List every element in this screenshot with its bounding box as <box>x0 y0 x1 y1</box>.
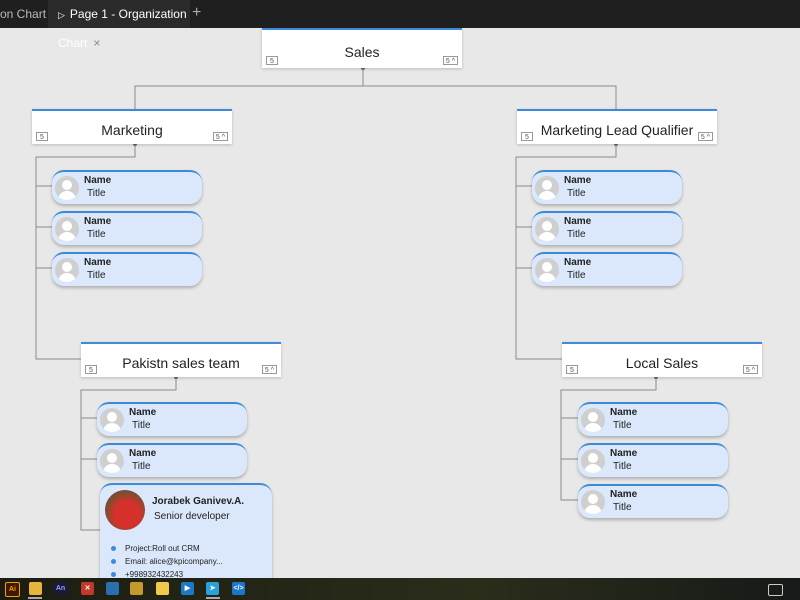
person-name: Name <box>564 216 592 227</box>
tab-page-1[interactable]: ▷ Page 1 - Organization Chart × <box>48 0 190 50</box>
node-title: Marketing Lead Qualifier <box>540 122 694 138</box>
play-icon: ▷ <box>58 10 65 20</box>
bullet-icon <box>111 559 116 564</box>
new-tab-button[interactable]: + <box>192 0 201 28</box>
email-info: Email: alice@kpicompany... <box>125 557 223 566</box>
tab-label: on Chart <box>0 7 47 21</box>
collapse-toggle[interactable]: 5 ^ <box>212 132 228 141</box>
person-name: Name <box>129 407 157 418</box>
collapse-toggle[interactable]: 5 ^ <box>261 365 277 374</box>
avatar-icon <box>581 490 605 514</box>
person-card[interactable]: Name Title <box>97 402 247 436</box>
tab-bar: on Chart ▷ Page 1 - Organization Chart × + <box>0 0 800 50</box>
count-badge: 5 <box>36 132 48 141</box>
avatar-icon <box>535 258 559 282</box>
person-title: Title <box>87 188 106 199</box>
collapse-toggle[interactable]: 5 ^ <box>742 365 758 374</box>
avatar-icon <box>55 258 79 282</box>
avatar-icon <box>55 176 79 200</box>
person-name: Jorabek Ganivev.A. <box>152 496 245 507</box>
person-title: Title <box>132 461 151 472</box>
person-name: Name <box>610 407 638 418</box>
active-indicator <box>28 597 42 599</box>
bullet-icon <box>111 572 116 577</box>
sketch-icon[interactable] <box>156 582 169 595</box>
collapse-toggle[interactable]: 5 ^ <box>697 132 713 141</box>
person-card[interactable]: Name Title <box>52 252 202 286</box>
count-badge: 5 <box>266 56 278 65</box>
bullet-icon <box>111 546 116 551</box>
folder-icon[interactable] <box>130 582 143 595</box>
person-title: Title <box>567 229 586 240</box>
avatar-icon <box>100 449 124 473</box>
count-badge: 5 <box>521 132 533 141</box>
node-sales[interactable]: Sales 5 5 ^ <box>262 28 462 68</box>
animate-icon[interactable]: An <box>54 582 67 595</box>
node-title: Sales <box>344 44 380 60</box>
person-title: Title <box>613 502 632 513</box>
person-title: Title <box>87 229 106 240</box>
count-badge: 5 <box>566 365 578 374</box>
person-name: Name <box>84 216 112 227</box>
taskbar: Ai An ✕ ▶ ➤ </> <box>0 578 800 600</box>
photos-icon[interactable] <box>106 582 119 595</box>
count-badge: 5 <box>85 365 97 374</box>
node-marketing[interactable]: Marketing 5 5 ^ <box>32 109 232 144</box>
vscode-icon[interactable]: </> <box>232 582 245 595</box>
person-name: Name <box>84 257 112 268</box>
person-title: Title <box>132 420 151 431</box>
illustrator-icon[interactable]: Ai <box>5 582 20 597</box>
node-marketing-lead-qualifier[interactable]: Marketing Lead Qualifier 5 5 ^ <box>517 109 717 144</box>
person-title: Senior developer <box>154 511 230 522</box>
keyboard-icon[interactable] <box>768 584 783 596</box>
avatar-icon <box>100 408 124 432</box>
project-info: Project:Roll out CRM <box>125 544 200 553</box>
person-card[interactable]: Name Title <box>532 170 682 204</box>
person-title: Title <box>567 270 586 281</box>
person-card[interactable]: Name Title <box>578 484 728 518</box>
node-pakistan-sales-team[interactable]: Pakistn sales team 5 5 ^ <box>81 342 281 377</box>
person-card[interactable]: Name Title <box>578 402 728 436</box>
collapse-toggle[interactable]: 5 ^ <box>442 56 458 65</box>
avatar-icon <box>535 176 559 200</box>
video-icon[interactable]: ▶ <box>181 582 194 595</box>
node-title: Pakistn sales team <box>122 355 240 371</box>
active-indicator <box>206 597 220 599</box>
org-chart-canvas[interactable]: Sales 5 5 ^ Marketing 5 5 ^ Marketing Le… <box>0 28 800 579</box>
xd-icon[interactable]: ✕ <box>81 582 94 595</box>
node-local-sales[interactable]: Local Sales 5 5 ^ <box>562 342 762 377</box>
person-title: Title <box>613 420 632 431</box>
tab-org-chart[interactable]: on Chart <box>0 0 48 28</box>
person-title: Title <box>87 270 106 281</box>
person-card[interactable]: Name Title <box>532 211 682 245</box>
person-name: Name <box>129 448 157 459</box>
person-card[interactable]: Name Title <box>97 443 247 477</box>
person-name: Name <box>610 489 638 500</box>
node-title: Marketing <box>101 122 163 138</box>
person-name: Name <box>564 257 592 268</box>
person-title: Title <box>613 461 632 472</box>
avatar-icon <box>535 217 559 241</box>
node-title: Local Sales <box>625 355 699 371</box>
person-title: Title <box>567 188 586 199</box>
avatar-icon <box>581 449 605 473</box>
avatar-icon <box>581 408 605 432</box>
profile-photo <box>105 490 145 530</box>
avatar-icon <box>55 217 79 241</box>
person-name: Name <box>610 448 638 459</box>
person-card[interactable]: Name Title <box>532 252 682 286</box>
featured-person-card[interactable]: Jorabek Ganivev.A. Senior developer Proj… <box>100 483 272 579</box>
file-explorer-icon[interactable] <box>29 582 42 595</box>
person-name: Name <box>564 175 592 186</box>
person-card[interactable]: Name Title <box>52 170 202 204</box>
person-name: Name <box>84 175 112 186</box>
person-card[interactable]: Name Title <box>52 211 202 245</box>
telegram-icon[interactable]: ➤ <box>206 582 219 595</box>
person-card[interactable]: Name Title <box>578 443 728 477</box>
